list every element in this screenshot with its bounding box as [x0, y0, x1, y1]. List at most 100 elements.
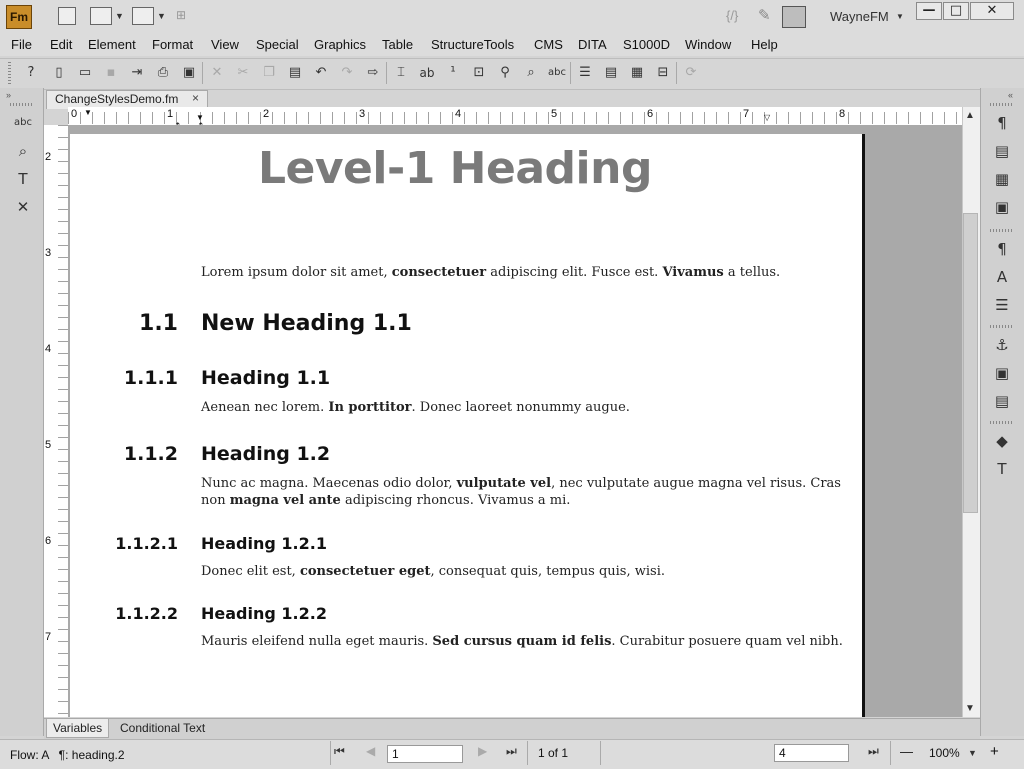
paragraph-designer-icon[interactable]: ¶ — [989, 238, 1015, 260]
paste-icon[interactable]: ▤ — [286, 64, 304, 82]
variable-icon[interactable]: ab — [418, 64, 436, 82]
body-paragraph[interactable]: Donec elit est, consectetuer eget, conse… — [201, 564, 665, 579]
heading-4[interactable]: Heading 1.2.2 — [201, 604, 327, 623]
scroll-down-icon[interactable]: ▼ — [965, 703, 975, 714]
table-catalog-icon[interactable]: ▦ — [989, 168, 1015, 190]
zoom-in-button[interactable]: + — [990, 743, 999, 760]
paragraph-catalog-icon[interactable]: ¶ — [989, 112, 1015, 134]
object-style-icon[interactable]: ▣ — [989, 196, 1015, 218]
anchor-icon[interactable]: ⚓ — [989, 334, 1015, 356]
spelling-icon[interactable]: abc — [548, 64, 566, 82]
cut-icon[interactable]: ✂ — [234, 64, 252, 82]
document-page[interactable] — [70, 134, 865, 717]
braces-icon[interactable]: {/} — [726, 8, 738, 23]
help-icon[interactable]: ? — [22, 64, 40, 82]
menu-edit[interactable]: Edit — [50, 37, 72, 52]
fill-icon[interactable]: ◆ — [989, 430, 1015, 452]
menu-format[interactable]: Format — [152, 37, 193, 52]
body-paragraph[interactable]: Nunc ac magna. Maecenas odio dolor, vulp… — [201, 476, 841, 491]
fit-page-icon[interactable]: ⏭ — [868, 744, 879, 759]
menu-element[interactable]: Element — [88, 37, 136, 52]
table-designer-icon[interactable]: ⊟ — [654, 64, 672, 82]
body-paragraph[interactable]: Lorem ipsum dolor sit amet, consectetuer… — [201, 265, 780, 280]
delete-icon[interactable]: ✕ — [208, 64, 226, 82]
zoom-out-button[interactable]: — — [900, 744, 913, 759]
zoom-value-input[interactable]: 4 — [774, 744, 849, 762]
new-document-icon[interactable]: ▯ — [50, 64, 68, 82]
menu-cms[interactable]: CMS — [534, 37, 563, 52]
heading-2[interactable]: New Heading 1.1 — [201, 311, 412, 336]
text-frame-icon[interactable]: T — [989, 458, 1015, 480]
panel-grip[interactable] — [990, 103, 1014, 106]
graphics-icon[interactable]: ▣ — [989, 362, 1015, 384]
heading-4[interactable]: Heading 1.2.1 — [201, 534, 327, 553]
panel-grip[interactable] — [10, 103, 34, 106]
search-icon[interactable]: ⌕ — [10, 140, 36, 162]
close-icon[interactable]: × — [192, 91, 199, 105]
repeat-icon[interactable]: ⇨ — [364, 64, 382, 82]
footnote-icon[interactable]: ¹ — [444, 64, 462, 82]
tools-icon[interactable]: ✕ — [10, 196, 36, 218]
zoom-level[interactable]: 100% — [929, 746, 960, 760]
next-page-icon[interactable]: ▶ — [478, 744, 487, 758]
menu-window[interactable]: Window — [685, 37, 731, 52]
hypertext-icon[interactable]: ⚲ — [496, 64, 514, 82]
user-name[interactable]: WayneFM — [830, 9, 889, 24]
menu-help[interactable]: Help — [751, 37, 778, 52]
paragraph-designer-icon[interactable]: ☰ — [576, 64, 594, 82]
collapse-icon[interactable]: « — [1008, 90, 1013, 100]
insert-table-icon[interactable]: ▦ — [628, 64, 646, 82]
close-button[interactable]: ✕ — [970, 2, 1014, 20]
panel-grip[interactable] — [990, 325, 1014, 328]
lock-icon[interactable]: ▣ — [180, 64, 198, 82]
gallery-icon[interactable]: ▤ — [989, 390, 1015, 412]
first-page-icon[interactable]: ⏮ — [334, 744, 345, 759]
save-icon[interactable]: ▪ — [102, 64, 120, 82]
update-icon[interactable]: ⟳ — [682, 64, 700, 82]
menu-view[interactable]: View — [211, 37, 239, 52]
cross-reference-icon[interactable]: ⌶ — [392, 64, 410, 82]
menu-s1000d[interactable]: S1000D — [623, 37, 670, 52]
document-tab-label[interactable]: ChangeStylesDemo.fm — [55, 92, 178, 106]
import-icon[interactable]: ⇥ — [128, 64, 146, 82]
menu-structuretools[interactable]: StructureTools — [431, 37, 514, 52]
find-icon[interactable]: ⌕ — [522, 64, 540, 82]
menu-file[interactable]: File — [11, 37, 32, 52]
heading-3[interactable]: Heading 1.2 — [201, 443, 330, 465]
page-number-input[interactable]: 1 — [387, 745, 463, 763]
menu-special[interactable]: Special — [256, 37, 299, 52]
workspace-icon[interactable] — [90, 7, 112, 25]
left-indent-marker[interactable]: ▼ — [84, 108, 92, 117]
expand-icon[interactable]: » — [6, 90, 11, 100]
menu-graphics[interactable]: Graphics — [314, 37, 366, 52]
character-designer-icon[interactable]: A — [989, 266, 1015, 288]
marker-icon[interactable]: ⊡ — [470, 64, 488, 82]
last-page-icon[interactable]: ⏭ — [506, 744, 517, 759]
copy-icon[interactable]: ❐ — [260, 64, 278, 82]
layout-icon[interactable] — [58, 7, 76, 25]
chevron-down-icon[interactable]: ▼ — [157, 11, 166, 21]
maximize-button[interactable]: □ — [943, 2, 969, 20]
body-paragraph-line[interactable]: non magna vel ante adipiscing rhoncus. V… — [201, 493, 570, 508]
panel-grip[interactable] — [990, 229, 1014, 232]
toolbar-grip[interactable] — [8, 62, 11, 84]
level-1-heading[interactable]: Level-1 Heading — [258, 143, 652, 194]
view-mode-icon[interactable] — [132, 7, 154, 25]
menu-table[interactable]: Table — [382, 37, 413, 52]
previous-page-icon[interactable]: ◀ — [366, 744, 375, 758]
pencil-icon[interactable]: ✎ — [758, 6, 771, 24]
character-catalog-icon[interactable]: ▤ — [989, 140, 1015, 162]
minimize-button[interactable]: — — [916, 2, 942, 20]
tab-conditional-text[interactable]: Conditional Text — [114, 719, 211, 737]
redo-icon[interactable]: ↷ — [338, 64, 356, 82]
heading-3[interactable]: Heading 1.1 — [201, 367, 330, 389]
panel-grip[interactable] — [990, 421, 1014, 424]
chevron-down-icon[interactable]: ▼ — [896, 12, 904, 21]
undo-icon[interactable]: ↶ — [312, 64, 330, 82]
panel-toggle-icon[interactable] — [782, 6, 806, 28]
scroll-up-icon[interactable]: ▲ — [965, 110, 975, 121]
print-icon[interactable]: ⎙ — [154, 64, 172, 82]
chevron-down-icon[interactable]: ▼ — [968, 748, 977, 758]
chevron-down-icon[interactable]: ▼ — [115, 11, 124, 21]
structure-icon[interactable]: ⊞ — [176, 8, 190, 24]
